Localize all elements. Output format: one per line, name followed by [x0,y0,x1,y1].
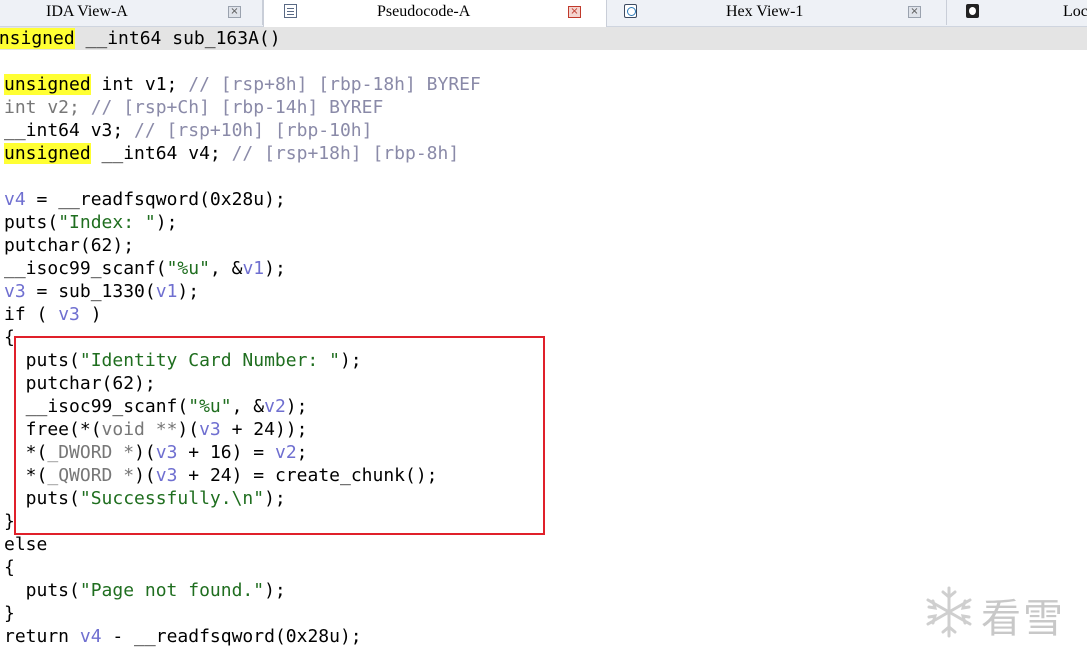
code-line-21[interactable]: { [4,556,15,579]
tab-label: Hex View-1 [726,3,804,20]
code-line-8[interactable]: __isoc99_scanf("%u", &v1); [4,257,286,280]
tab-label: Pseudocode-A [377,3,471,20]
code-line-3[interactable]: __int64 v3; // [rsp+10h] [rbp-10h] [4,119,372,142]
watermark: 看雪 [921,584,1071,642]
snowflake-icon [926,586,972,638]
code-line-20[interactable]: else [4,533,47,556]
tab-hex-view-1[interactable]: Hex View-1 × [607,0,947,25]
code-line-23[interactable]: } [4,602,15,625]
code-line-7[interactable]: putchar(62); [4,234,134,257]
code-line-24[interactable]: return v4 - __readfsqword(0x28u); [4,625,362,648]
code-line-5[interactable]: v4 = __readfsqword(0x28u); [4,188,286,211]
code-line-4[interactable]: unsigned __int64 v4; // [rsp+18h] [rbp-8… [4,142,459,165]
close-icon[interactable]: × [228,6,241,18]
watermark-text: 看雪 [981,596,1065,642]
code-line-22[interactable]: puts("Page not found."); [4,579,286,602]
tab-ida-view-a[interactable]: IDA View-A × [0,0,263,25]
code-line-1[interactable]: unsigned int v1; // [rsp+8h] [rbp-18h] B… [4,73,481,96]
tab-label: IDA View-A [46,3,128,20]
code-line-9[interactable]: v3 = sub_1330(v1); [4,280,199,303]
tab-pseudocode-a[interactable]: Pseudocode-A × [263,0,607,27]
code-line-10[interactable]: if ( v3 ) [4,303,102,326]
code-line-6[interactable]: puts("Index: "); [4,211,177,234]
local-types-icon [966,4,979,18]
highlight-box [14,336,545,535]
function-signature[interactable]: unsigned __int64 sub_163A() [0,27,281,50]
close-icon[interactable]: × [908,6,921,18]
hex-view-icon [624,4,637,18]
code-line-2[interactable]: int v2; // [rsp+Ch] [rbp-14h] BYREF [4,96,383,119]
tab-local-types[interactable]: Loc [947,0,1087,25]
pseudocode-icon [284,4,297,18]
tab-bar: IDA View-A × Pseudocode-A × Hex View-1 ×… [0,0,1087,27]
close-icon[interactable]: × [568,6,581,18]
tab-label: Loc [1063,3,1087,20]
